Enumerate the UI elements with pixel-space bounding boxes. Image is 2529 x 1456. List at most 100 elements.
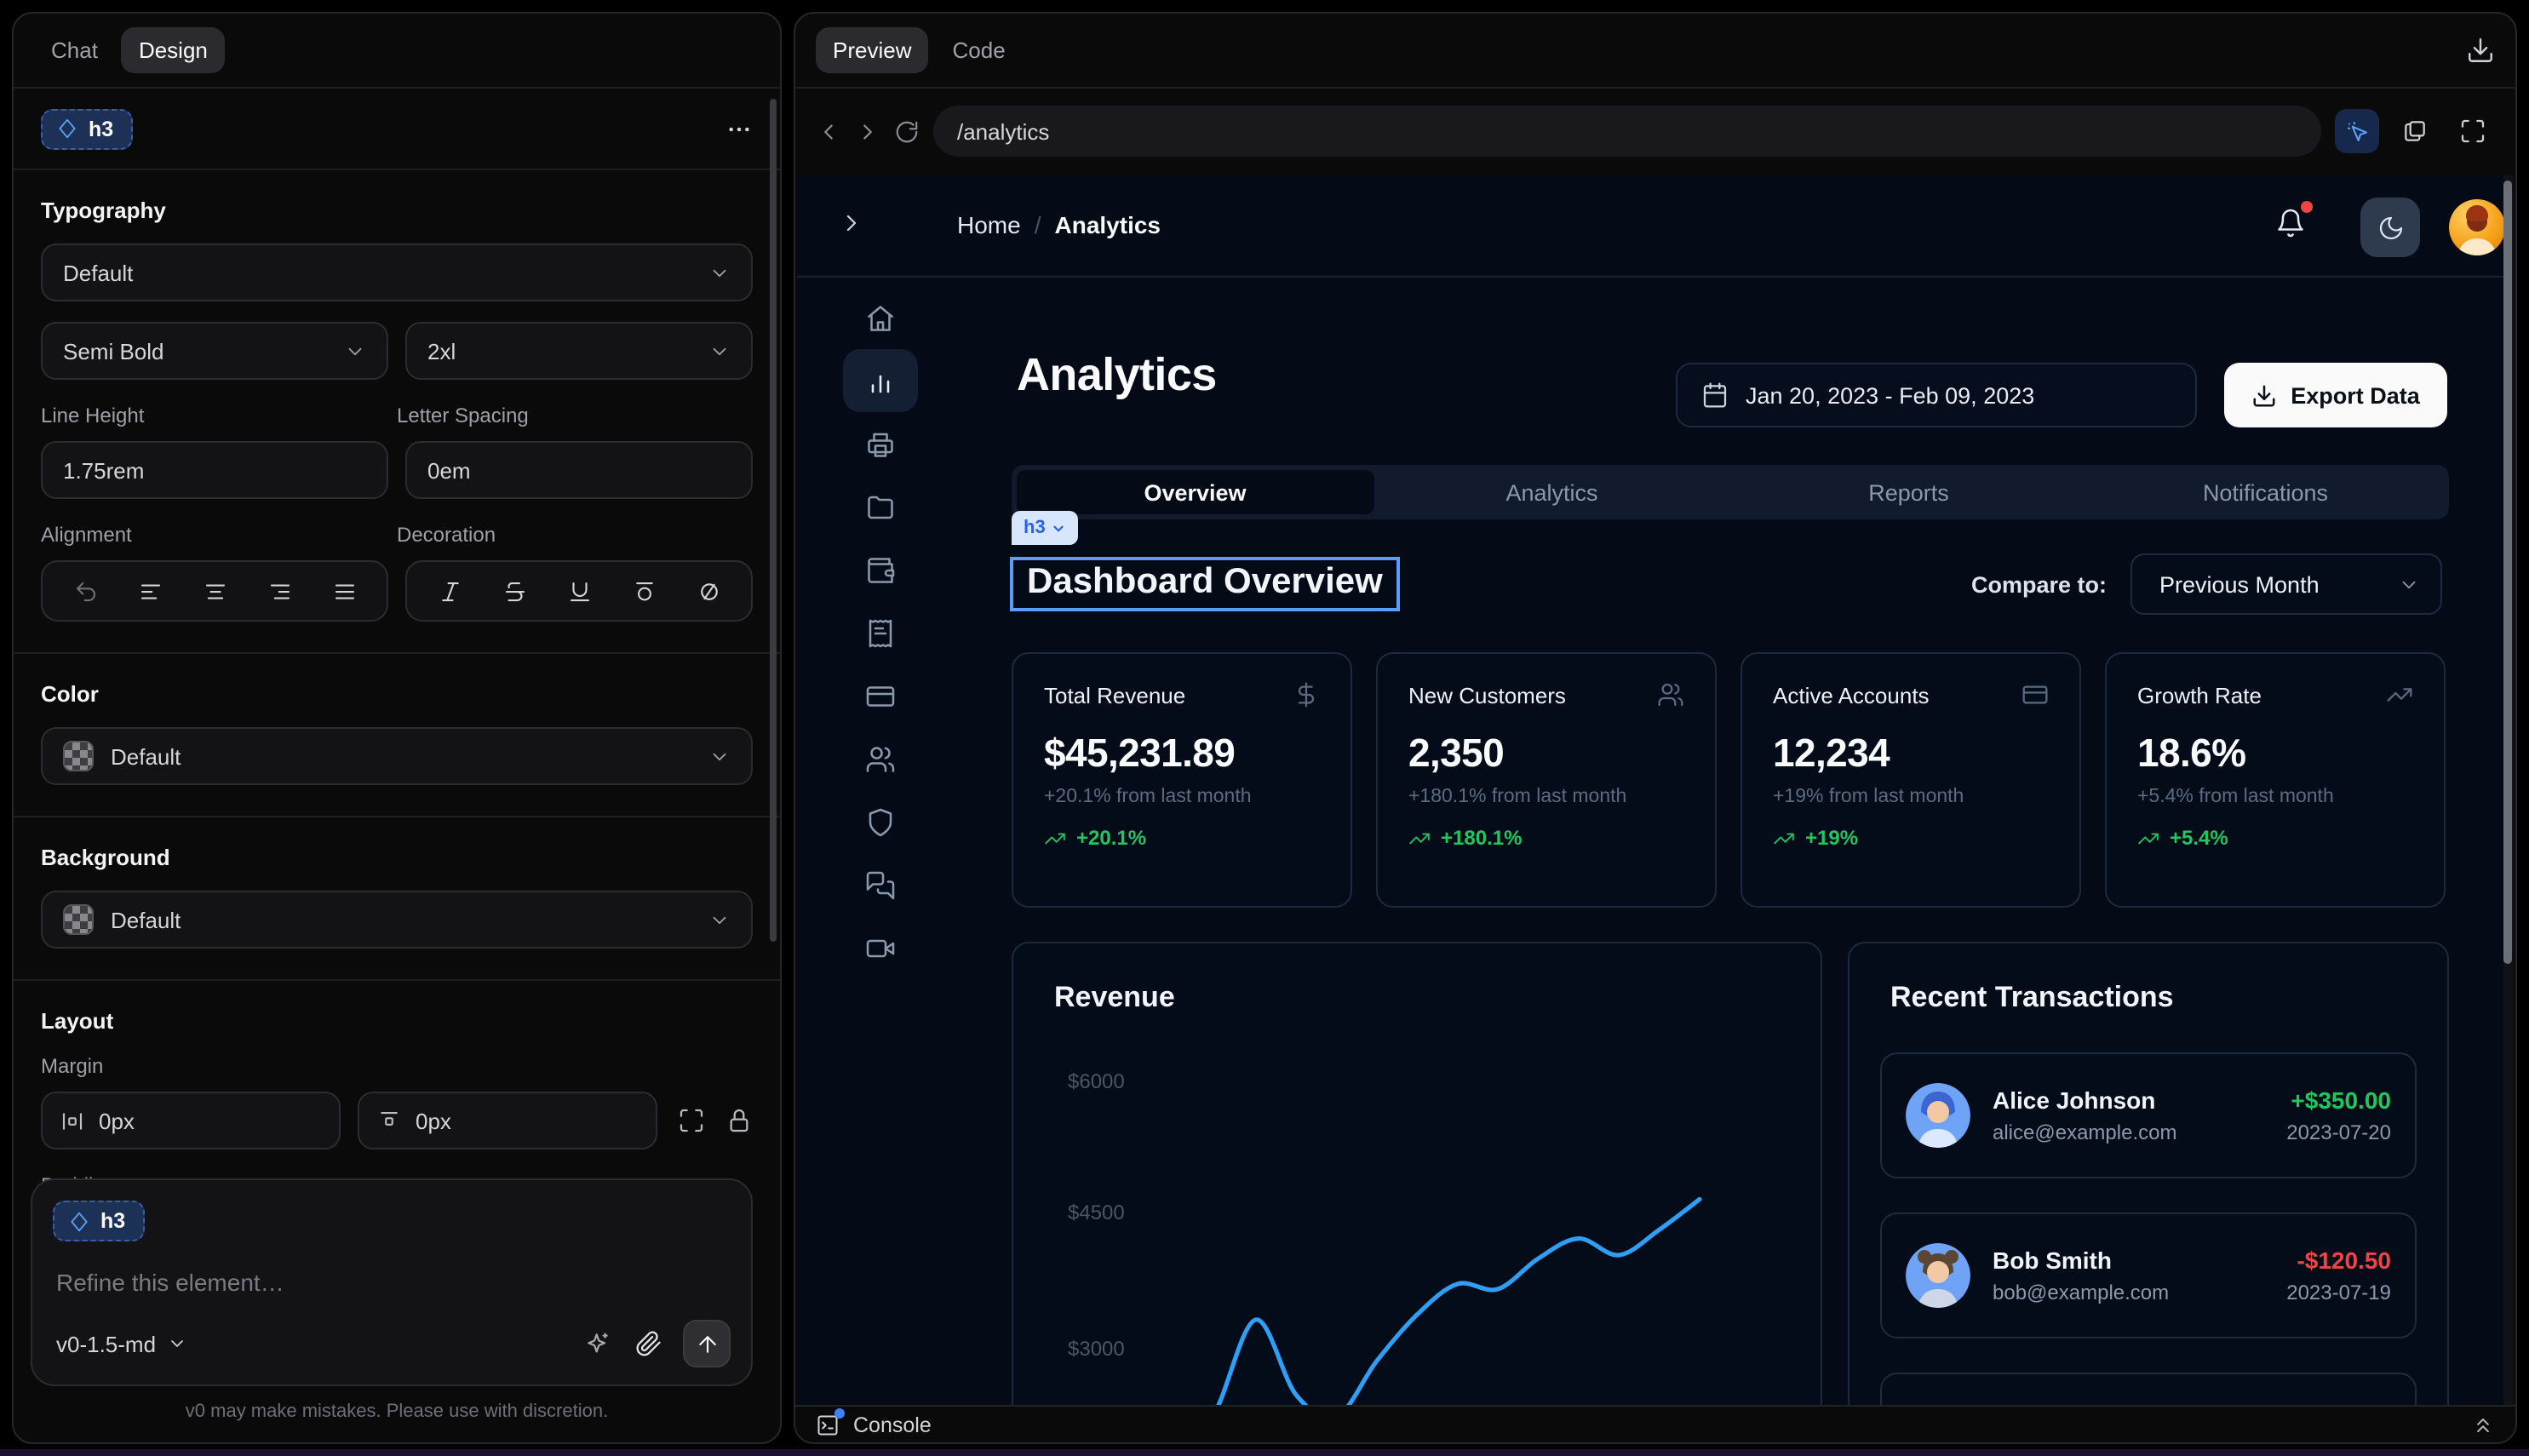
- selection-tag-chip[interactable]: h3: [1012, 511, 1078, 545]
- app-sidebar: [797, 278, 964, 1405]
- diamond-icon: [68, 1210, 90, 1232]
- browser-toolbar: [795, 89, 2515, 174]
- url-input[interactable]: [957, 118, 2297, 144]
- editor-tab-bar: Chat Design: [14, 14, 780, 89]
- sidebar-item-users[interactable]: [843, 727, 918, 790]
- sidebar-item-messages[interactable]: [843, 853, 918, 916]
- stat-card-new-customers[interactable]: New Customers 2,350 +180.1% from last mo…: [1376, 652, 1717, 908]
- tab-reports[interactable]: Reports: [1730, 470, 2087, 514]
- trending-up-icon: [1044, 827, 1066, 849]
- breadcrumb-home[interactable]: Home: [957, 211, 1021, 238]
- margin-expand-button[interactable]: [678, 1107, 705, 1134]
- recent-transactions-card: Recent Transactions Alice Johnson alice@…: [1848, 942, 2449, 1405]
- italic-button[interactable]: [437, 578, 462, 604]
- fullscreen-icon[interactable]: [2451, 109, 2495, 153]
- transaction-row[interactable]: Alice Johnson alice@example.com +$350.00…: [1880, 1052, 2417, 1178]
- sidebar-toggle-chevron[interactable]: [838, 209, 865, 237]
- forward-button[interactable]: [855, 118, 880, 144]
- tab-preview[interactable]: Preview: [816, 27, 929, 73]
- margin-y-input[interactable]: 0px: [358, 1092, 657, 1149]
- decoration-label: Decoration: [397, 523, 753, 547]
- background-select[interactable]: Default: [41, 891, 753, 949]
- underline-button[interactable]: [566, 578, 592, 604]
- sidebar-item-video[interactable]: [843, 916, 918, 979]
- sparkles-icon[interactable]: [584, 1330, 611, 1357]
- stat-card-growth-rate[interactable]: Growth Rate 18.6% +5.4% from last month …: [2105, 652, 2446, 908]
- tab-overview[interactable]: Overview: [1017, 470, 1373, 514]
- tab-code[interactable]: Code: [936, 27, 1023, 73]
- chevrons-up-icon[interactable]: [2471, 1413, 2495, 1436]
- align-right-button[interactable]: [267, 578, 292, 604]
- bottom-edge-glow: [0, 1449, 2529, 1456]
- revenue-chart-card: Revenue $6000 $4500 $3000: [1012, 942, 1822, 1405]
- dollar-sign-icon: [1293, 681, 1320, 708]
- user-avatar[interactable]: [2449, 199, 2505, 255]
- attach-paperclip-button[interactable]: [635, 1330, 662, 1357]
- strikethrough-button[interactable]: [502, 578, 527, 604]
- export-data-button[interactable]: Export Data: [2224, 363, 2447, 427]
- tab-notifications[interactable]: Notifications: [2087, 470, 2444, 514]
- margin-lock-button[interactable]: [725, 1107, 753, 1134]
- compare-period-select[interactable]: Previous Month: [2130, 553, 2442, 615]
- page-title: Analytics: [1017, 349, 1217, 402]
- date-range-picker[interactable]: Jan 20, 2023 - Feb 09, 2023: [1676, 363, 2197, 427]
- left-panel-scrollbar[interactable]: [770, 99, 777, 942]
- line-height-input[interactable]: 1.75rem: [41, 441, 388, 499]
- overline-button[interactable]: [631, 578, 657, 604]
- margin-x-input[interactable]: 0px: [41, 1092, 341, 1149]
- dark-mode-toggle[interactable]: [2360, 198, 2420, 257]
- refresh-button[interactable]: [894, 118, 920, 144]
- sidebar-item-folder[interactable]: [843, 475, 918, 538]
- refine-composer: h3 v0-1.5-md: [31, 1178, 753, 1386]
- selected-element-row: h3: [14, 89, 780, 170]
- stat-cards: Total Revenue $45,231.89 +20.1% from las…: [1012, 652, 2446, 908]
- trending-up-icon: [2386, 681, 2413, 708]
- model-selector[interactable]: v0-1.5-md: [56, 1331, 186, 1356]
- align-justify-button[interactable]: [331, 578, 357, 604]
- stat-card-total-revenue[interactable]: Total Revenue $45,231.89 +20.1% from las…: [1012, 652, 1352, 908]
- composer-element-chip[interactable]: h3: [53, 1201, 144, 1241]
- copy-pages-icon[interactable]: [2393, 109, 2437, 153]
- selected-element-label: h3: [89, 117, 113, 140]
- font-size-select[interactable]: 2xl: [405, 322, 753, 380]
- chevron-down-icon: [166, 1333, 186, 1354]
- console-bar[interactable]: Console: [795, 1405, 2515, 1442]
- transaction-row-partial[interactable]: [1880, 1373, 2417, 1405]
- sidebar-item-wallet[interactable]: [843, 538, 918, 601]
- transaction-row[interactable]: Bob Smith bob@example.com -$120.50 2023-…: [1880, 1212, 2417, 1338]
- reset-alignment-button[interactable]: [72, 578, 98, 604]
- selected-heading-outline[interactable]: Dashboard Overview: [1010, 557, 1400, 611]
- tab-analytics[interactable]: Analytics: [1373, 470, 1730, 514]
- sidebar-item-shield[interactable]: [843, 790, 918, 853]
- letter-spacing-input[interactable]: 0em: [405, 441, 753, 499]
- select-element-tool[interactable]: [2335, 109, 2379, 153]
- sidebar-item-credit-card[interactable]: [843, 664, 918, 727]
- layout-section-title: Layout: [41, 1008, 753, 1034]
- selected-element-badge[interactable]: h3: [41, 108, 132, 149]
- sidebar-item-receipt[interactable]: [843, 601, 918, 664]
- element-menu-button[interactable]: [725, 115, 753, 142]
- font-weight-select[interactable]: Semi Bold: [41, 322, 388, 380]
- preview-scrollbar-track[interactable]: [2503, 175, 2514, 1405]
- send-button[interactable]: [683, 1320, 731, 1367]
- align-center-button[interactable]: [202, 578, 227, 604]
- line-height-label: Line Height: [41, 404, 397, 427]
- letter-spacing-label: Letter Spacing: [397, 404, 753, 427]
- sidebar-item-printer[interactable]: [843, 412, 918, 475]
- sidebar-item-analytics[interactable]: [843, 349, 918, 412]
- back-button[interactable]: [816, 118, 841, 144]
- notifications-bell-icon[interactable]: [2275, 208, 2306, 238]
- color-select[interactable]: Default: [41, 727, 753, 785]
- chevron-down-icon: [708, 261, 731, 284]
- tab-design[interactable]: Design: [122, 27, 225, 73]
- preview-scrollbar-thumb[interactable]: [2503, 181, 2512, 964]
- align-left-button[interactable]: [137, 578, 163, 604]
- no-decoration-button[interactable]: [696, 578, 721, 604]
- download-icon[interactable]: [2466, 36, 2495, 65]
- font-family-select[interactable]: Default: [41, 244, 753, 301]
- stat-card-active-accounts[interactable]: Active Accounts 12,234 +19% from last mo…: [1740, 652, 2081, 908]
- background-swatch: [63, 904, 94, 935]
- tab-chat[interactable]: Chat: [34, 27, 115, 73]
- sidebar-item-home[interactable]: [843, 286, 918, 349]
- refine-input[interactable]: [56, 1269, 727, 1296]
